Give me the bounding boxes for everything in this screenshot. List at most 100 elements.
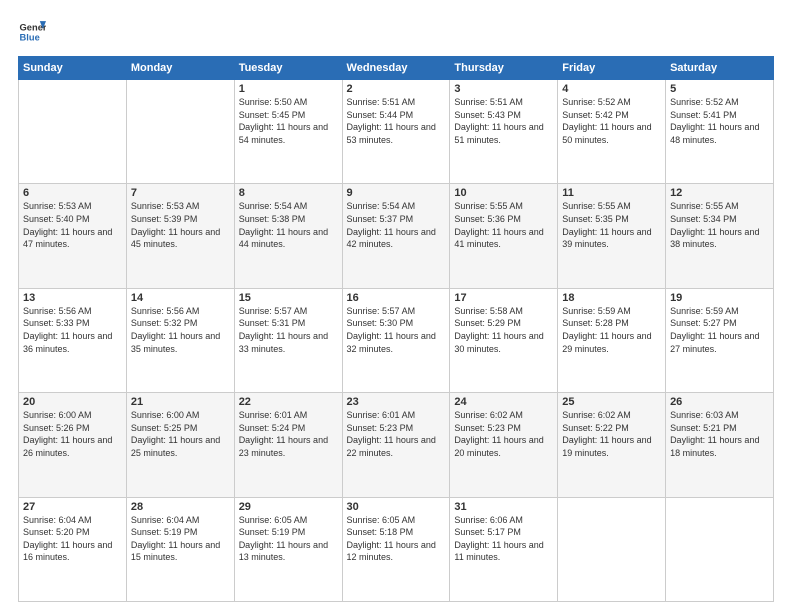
day-info: Sunrise: 5:50 AMSunset: 5:45 PMDaylight:…	[239, 96, 338, 146]
day-info: Sunrise: 5:58 AMSunset: 5:29 PMDaylight:…	[454, 305, 553, 355]
weekday-header: Sunday	[19, 57, 127, 80]
day-info: Sunrise: 5:51 AMSunset: 5:44 PMDaylight:…	[347, 96, 446, 146]
calendar-cell: 3Sunrise: 5:51 AMSunset: 5:43 PMDaylight…	[450, 80, 558, 184]
calendar-cell: 2Sunrise: 5:51 AMSunset: 5:44 PMDaylight…	[342, 80, 450, 184]
day-info: Sunrise: 5:55 AMSunset: 5:35 PMDaylight:…	[562, 200, 661, 250]
calendar-cell: 31Sunrise: 6:06 AMSunset: 5:17 PMDayligh…	[450, 497, 558, 601]
calendar-cell: 11Sunrise: 5:55 AMSunset: 5:35 PMDayligh…	[558, 184, 666, 288]
calendar-cell: 15Sunrise: 5:57 AMSunset: 5:31 PMDayligh…	[234, 288, 342, 392]
day-number: 10	[454, 187, 553, 199]
calendar-cell: 9Sunrise: 5:54 AMSunset: 5:37 PMDaylight…	[342, 184, 450, 288]
day-number: 25	[562, 396, 661, 408]
calendar-cell: 7Sunrise: 5:53 AMSunset: 5:39 PMDaylight…	[126, 184, 234, 288]
day-number: 17	[454, 292, 553, 304]
day-info: Sunrise: 5:55 AMSunset: 5:34 PMDaylight:…	[670, 200, 769, 250]
day-info: Sunrise: 6:00 AMSunset: 5:25 PMDaylight:…	[131, 409, 230, 459]
day-number: 11	[562, 187, 661, 199]
calendar-week-row: 1Sunrise: 5:50 AMSunset: 5:45 PMDaylight…	[19, 80, 774, 184]
calendar-cell: 10Sunrise: 5:55 AMSunset: 5:36 PMDayligh…	[450, 184, 558, 288]
weekday-header: Wednesday	[342, 57, 450, 80]
day-number: 7	[131, 187, 230, 199]
day-number: 19	[670, 292, 769, 304]
weekday-header: Saturday	[666, 57, 774, 80]
day-info: Sunrise: 6:03 AMSunset: 5:21 PMDaylight:…	[670, 409, 769, 459]
day-info: Sunrise: 6:02 AMSunset: 5:22 PMDaylight:…	[562, 409, 661, 459]
logo-icon: General Blue	[18, 18, 46, 46]
calendar-cell	[19, 80, 127, 184]
weekday-header: Tuesday	[234, 57, 342, 80]
day-number: 16	[347, 292, 446, 304]
day-number: 31	[454, 501, 553, 513]
calendar-cell: 14Sunrise: 5:56 AMSunset: 5:32 PMDayligh…	[126, 288, 234, 392]
calendar-table: SundayMondayTuesdayWednesdayThursdayFrid…	[18, 56, 774, 602]
calendar-cell: 22Sunrise: 6:01 AMSunset: 5:24 PMDayligh…	[234, 393, 342, 497]
calendar-cell: 6Sunrise: 5:53 AMSunset: 5:40 PMDaylight…	[19, 184, 127, 288]
day-number: 29	[239, 501, 338, 513]
day-info: Sunrise: 6:01 AMSunset: 5:23 PMDaylight:…	[347, 409, 446, 459]
calendar-cell	[666, 497, 774, 601]
calendar-cell: 17Sunrise: 5:58 AMSunset: 5:29 PMDayligh…	[450, 288, 558, 392]
calendar-cell: 5Sunrise: 5:52 AMSunset: 5:41 PMDaylight…	[666, 80, 774, 184]
day-number: 30	[347, 501, 446, 513]
calendar-cell: 4Sunrise: 5:52 AMSunset: 5:42 PMDaylight…	[558, 80, 666, 184]
day-info: Sunrise: 6:00 AMSunset: 5:26 PMDaylight:…	[23, 409, 122, 459]
day-info: Sunrise: 5:55 AMSunset: 5:36 PMDaylight:…	[454, 200, 553, 250]
day-info: Sunrise: 5:57 AMSunset: 5:30 PMDaylight:…	[347, 305, 446, 355]
page: General Blue SundayMondayTuesdayWednesda…	[0, 0, 792, 612]
weekday-header: Friday	[558, 57, 666, 80]
calendar-cell: 25Sunrise: 6:02 AMSunset: 5:22 PMDayligh…	[558, 393, 666, 497]
calendar-cell: 28Sunrise: 6:04 AMSunset: 5:19 PMDayligh…	[126, 497, 234, 601]
day-number: 13	[23, 292, 122, 304]
svg-text:Blue: Blue	[20, 33, 40, 43]
day-number: 2	[347, 83, 446, 95]
day-number: 9	[347, 187, 446, 199]
day-number: 14	[131, 292, 230, 304]
day-info: Sunrise: 6:04 AMSunset: 5:19 PMDaylight:…	[131, 514, 230, 564]
calendar-cell	[126, 80, 234, 184]
calendar-cell: 12Sunrise: 5:55 AMSunset: 5:34 PMDayligh…	[666, 184, 774, 288]
calendar-cell: 20Sunrise: 6:00 AMSunset: 5:26 PMDayligh…	[19, 393, 127, 497]
day-number: 5	[670, 83, 769, 95]
calendar-cell: 1Sunrise: 5:50 AMSunset: 5:45 PMDaylight…	[234, 80, 342, 184]
calendar-cell: 27Sunrise: 6:04 AMSunset: 5:20 PMDayligh…	[19, 497, 127, 601]
day-info: Sunrise: 6:05 AMSunset: 5:19 PMDaylight:…	[239, 514, 338, 564]
day-number: 3	[454, 83, 553, 95]
day-info: Sunrise: 5:52 AMSunset: 5:42 PMDaylight:…	[562, 96, 661, 146]
calendar-cell: 19Sunrise: 5:59 AMSunset: 5:27 PMDayligh…	[666, 288, 774, 392]
weekday-header-row: SundayMondayTuesdayWednesdayThursdayFrid…	[19, 57, 774, 80]
calendar-week-row: 20Sunrise: 6:00 AMSunset: 5:26 PMDayligh…	[19, 393, 774, 497]
calendar-cell: 21Sunrise: 6:00 AMSunset: 5:25 PMDayligh…	[126, 393, 234, 497]
day-info: Sunrise: 5:59 AMSunset: 5:28 PMDaylight:…	[562, 305, 661, 355]
calendar-cell	[558, 497, 666, 601]
day-info: Sunrise: 5:59 AMSunset: 5:27 PMDaylight:…	[670, 305, 769, 355]
day-number: 20	[23, 396, 122, 408]
day-info: Sunrise: 6:06 AMSunset: 5:17 PMDaylight:…	[454, 514, 553, 564]
day-info: Sunrise: 6:01 AMSunset: 5:24 PMDaylight:…	[239, 409, 338, 459]
day-number: 6	[23, 187, 122, 199]
calendar-cell: 8Sunrise: 5:54 AMSunset: 5:38 PMDaylight…	[234, 184, 342, 288]
day-number: 8	[239, 187, 338, 199]
day-number: 4	[562, 83, 661, 95]
weekday-header: Monday	[126, 57, 234, 80]
calendar-cell: 30Sunrise: 6:05 AMSunset: 5:18 PMDayligh…	[342, 497, 450, 601]
header: General Blue	[18, 18, 774, 46]
day-info: Sunrise: 5:53 AMSunset: 5:39 PMDaylight:…	[131, 200, 230, 250]
day-number: 12	[670, 187, 769, 199]
day-number: 21	[131, 396, 230, 408]
weekday-header: Thursday	[450, 57, 558, 80]
day-info: Sunrise: 5:51 AMSunset: 5:43 PMDaylight:…	[454, 96, 553, 146]
day-info: Sunrise: 5:56 AMSunset: 5:32 PMDaylight:…	[131, 305, 230, 355]
day-number: 26	[670, 396, 769, 408]
day-number: 15	[239, 292, 338, 304]
day-info: Sunrise: 5:52 AMSunset: 5:41 PMDaylight:…	[670, 96, 769, 146]
calendar-week-row: 27Sunrise: 6:04 AMSunset: 5:20 PMDayligh…	[19, 497, 774, 601]
calendar-cell: 18Sunrise: 5:59 AMSunset: 5:28 PMDayligh…	[558, 288, 666, 392]
logo: General Blue	[18, 18, 46, 46]
day-number: 18	[562, 292, 661, 304]
day-info: Sunrise: 6:04 AMSunset: 5:20 PMDaylight:…	[23, 514, 122, 564]
calendar-cell: 24Sunrise: 6:02 AMSunset: 5:23 PMDayligh…	[450, 393, 558, 497]
calendar-week-row: 13Sunrise: 5:56 AMSunset: 5:33 PMDayligh…	[19, 288, 774, 392]
day-info: Sunrise: 6:05 AMSunset: 5:18 PMDaylight:…	[347, 514, 446, 564]
day-info: Sunrise: 5:57 AMSunset: 5:31 PMDaylight:…	[239, 305, 338, 355]
day-info: Sunrise: 5:54 AMSunset: 5:38 PMDaylight:…	[239, 200, 338, 250]
